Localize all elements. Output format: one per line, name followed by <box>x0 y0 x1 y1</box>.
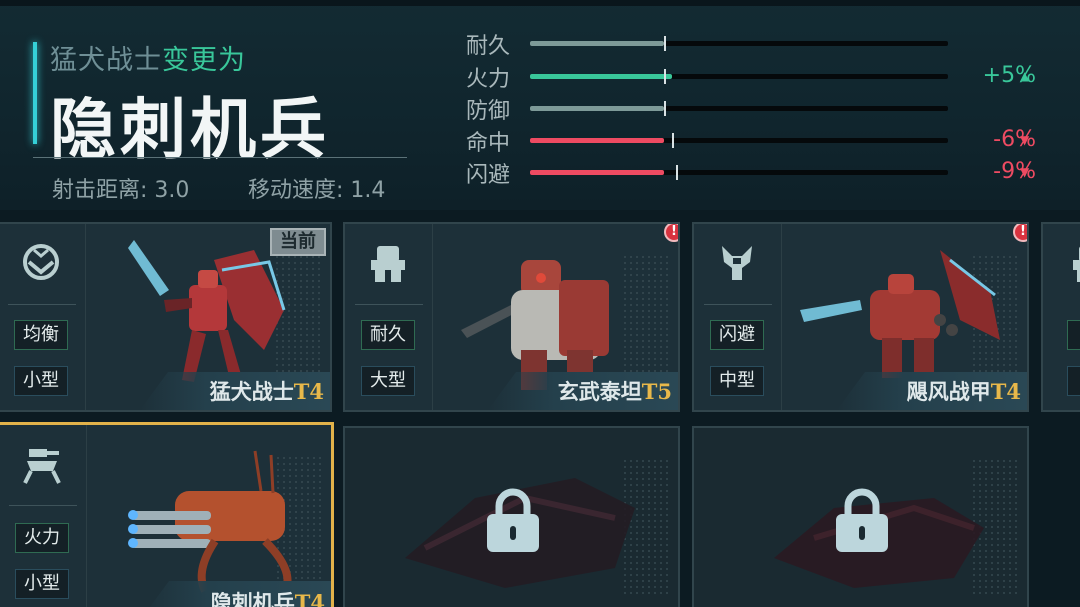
stat-marker <box>664 101 666 116</box>
stat-bar <box>530 101 948 116</box>
balance-role-icon <box>23 244 59 280</box>
unit-name-text: 飓风战甲 <box>906 379 991 404</box>
stat-fill <box>530 74 672 79</box>
stat-label: 命中 <box>466 131 511 156</box>
firepower-role-icon <box>23 449 61 484</box>
card-side: 耐 中 <box>1043 224 1080 410</box>
unit-name-text: 猛犬战士 <box>209 379 294 404</box>
change-subtitle: 猛犬战士变更为 <box>50 38 246 77</box>
side-separator <box>355 304 423 305</box>
role-tag: 均衡 <box>14 320 68 350</box>
unit-name: 玄武泰坦T5 <box>558 376 672 406</box>
locked-unit-card[interactable] <box>343 426 680 607</box>
lock-icon <box>487 488 539 552</box>
stat-marker <box>664 69 666 84</box>
mech-portrait <box>128 450 292 593</box>
size-tag: 大型 <box>361 366 415 396</box>
stat-fill <box>530 41 664 46</box>
size-tag: 中 <box>1067 366 1080 396</box>
alert-badge: ! <box>664 224 678 242</box>
stat-row-evasion: 闪避 -9% ▼ <box>466 157 1066 188</box>
role-tag: 火力 <box>15 523 69 553</box>
stat-marker <box>664 36 666 51</box>
stat-row-firepower: 火力 +5% ▲ <box>466 61 1066 92</box>
stat-bar <box>530 69 948 84</box>
stat-label: 闪避 <box>466 163 511 188</box>
stat-label: 防御 <box>466 99 511 124</box>
size-tag: 小型 <box>15 569 69 599</box>
locked-unit-card[interactable] <box>692 426 1029 607</box>
unit-name: 隐刺机兵T4 <box>211 587 325 607</box>
tier-label: T4 <box>293 379 324 404</box>
stat-arrow-icon: ▼ <box>1020 165 1030 179</box>
unit-card-selected[interactable]: 火力 小型 隐刺机兵T4 <box>0 422 334 607</box>
range-stat: 射击距离: 3.0 <box>52 178 190 203</box>
stat-row-defense: 防御 <box>466 93 1066 124</box>
stat-fill <box>530 170 664 175</box>
stat-marker <box>676 165 678 180</box>
side-separator <box>8 304 76 305</box>
stat-label: 耐久 <box>466 34 511 59</box>
unit-card[interactable]: 闪避 中型 ! 飓风战甲T4 <box>692 222 1029 412</box>
unit-name-text: 隐刺机兵 <box>210 590 295 607</box>
current-badge: 当前 <box>270 228 326 256</box>
stat-fill <box>530 138 664 143</box>
evasion-role-icon <box>722 246 752 280</box>
tier-label: T4 <box>990 379 1021 404</box>
card-side: 闪避 中型 <box>694 224 782 410</box>
size-tag: 小型 <box>14 366 68 396</box>
side-separator <box>704 304 772 305</box>
side-separator <box>9 505 77 506</box>
stat-arrow-icon: ▲ <box>1020 69 1030 83</box>
speed-stat: 移动速度: 1.4 <box>248 178 386 203</box>
alert-badge: ! <box>1013 224 1027 242</box>
durability-role-icon <box>1073 246 1080 282</box>
unit-name: 飓风战甲T4 <box>907 376 1021 406</box>
stat-label: 火力 <box>466 67 511 92</box>
tier-label: T4 <box>294 590 325 607</box>
role-tag: 闪避 <box>710 320 764 350</box>
unit-name-text: 玄武泰坦 <box>557 379 642 404</box>
role-tag: 耐 <box>1067 320 1080 350</box>
card-side: 耐久 大型 <box>345 224 433 410</box>
card-side: 均衡 小型 <box>0 224 86 410</box>
unit-card[interactable]: 均衡 小型 当前 猛犬战士T4 <box>0 222 332 412</box>
stat-row-durability: 耐久 <box>466 28 1066 59</box>
lock-icon <box>836 488 888 552</box>
unit-card[interactable]: 耐 中 <box>1041 222 1080 412</box>
size-tag: 中型 <box>710 366 764 396</box>
card-side: 火力 小型 <box>0 425 87 607</box>
tier-label: T5 <box>641 379 672 404</box>
stat-bar <box>530 165 948 180</box>
role-tag: 耐久 <box>361 320 415 350</box>
unit-name: 猛犬战士T4 <box>210 376 324 406</box>
header-panel: 猛犬战士变更为 隐刺机兵 射击距离: 3.0 移动速度: 1.4 耐久 火力 +… <box>0 0 1080 210</box>
stat-marker <box>672 133 674 148</box>
stat-fill <box>530 106 664 111</box>
durability-role-icon <box>371 246 405 282</box>
stat-bar <box>530 133 948 148</box>
stat-row-accuracy: 命中 -6% ▼ <box>466 125 1066 156</box>
stat-bar <box>530 36 948 51</box>
unit-card[interactable]: 耐久 大型 ! 玄武泰坦T5 <box>343 222 680 412</box>
stat-arrow-icon: ▼ <box>1020 133 1030 147</box>
from-unit-name: 猛犬战士 <box>50 45 162 76</box>
change-verb: 变更为 <box>162 45 246 76</box>
header-divider <box>33 157 407 158</box>
title-accent-bar <box>33 42 37 144</box>
